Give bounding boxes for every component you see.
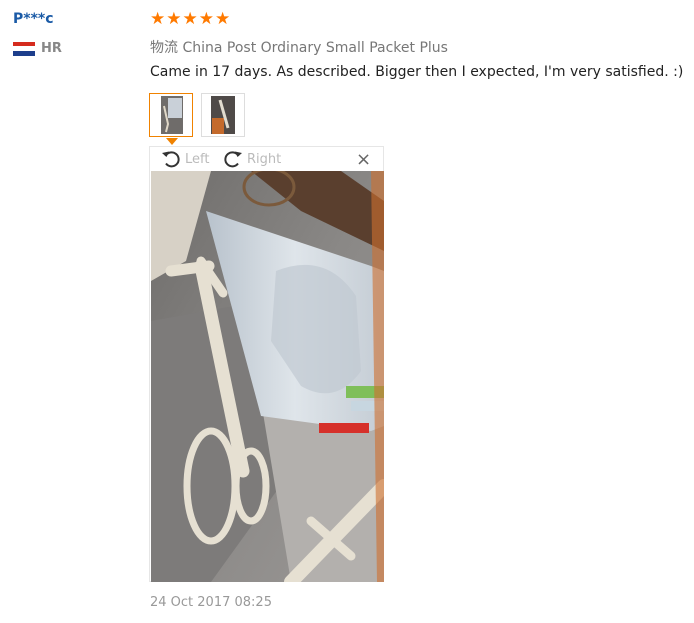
review-date: 24 Oct 2017 08:25 [150,595,272,610]
photo-viewer-toolbar: Left Right × [150,147,383,171]
review-text: Came in 17 days. As described. Bigger th… [150,64,684,80]
star-icon: ★ [215,9,231,29]
rotate-left-icon [162,151,180,168]
review-photo-thumbnail-2[interactable] [201,93,245,137]
review-photo-thumbnail-1[interactable] [149,93,193,137]
star-icon: ★ [182,9,198,29]
croatia-flag-icon [13,41,35,56]
country-code: HR [41,41,62,56]
thumbnail-selected-indicator [166,138,178,145]
rotate-left-label: Left [185,151,210,167]
photo-viewer: Left Right × [149,146,384,582]
logistics-info: 物流 China Post Ordinary Small Packet Plus [150,40,448,56]
rotate-left-button[interactable]: Left [160,148,209,170]
star-icon: ★ [150,9,166,29]
review-photo [151,171,384,582]
rating-stars: ★ ★ ★ ★ ★ [150,11,230,28]
rotate-right-button[interactable]: Right [222,148,281,170]
rotate-right-icon [224,151,242,168]
star-icon: ★ [198,9,214,29]
star-icon: ★ [166,9,182,29]
reviewer-country: HR [13,41,62,56]
reviewer-name: P***c [13,11,54,27]
rotate-right-label: Right [247,151,282,167]
close-icon[interactable]: × [356,149,371,170]
